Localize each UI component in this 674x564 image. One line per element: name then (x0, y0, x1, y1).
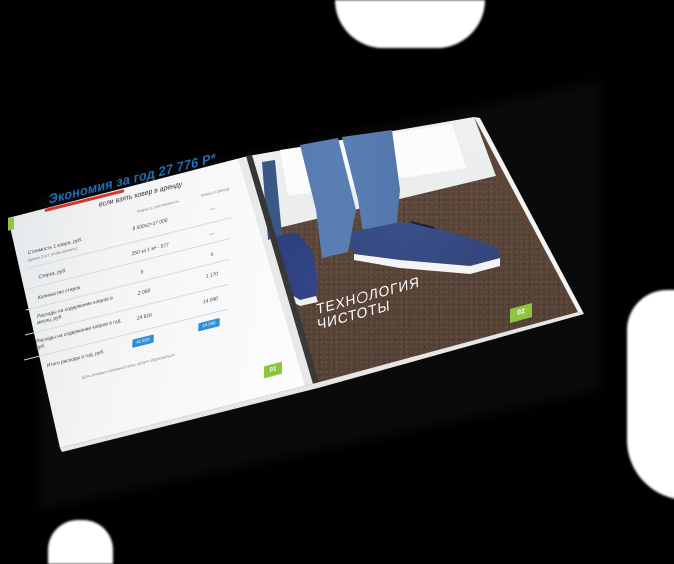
total-rent-badge: 14 040 (198, 317, 220, 332)
row-label-wash-count: Количество стирок (37, 284, 81, 302)
cell-wash-count-rent: 4 (210, 251, 214, 259)
cell-monthly-rent: 1 170 (205, 270, 219, 281)
light-spot-top (335, 0, 485, 48)
light-spot-right (627, 290, 674, 500)
total-own-badge: 41 816 (132, 334, 154, 348)
cell-wash-count-own: 6 (140, 268, 144, 276)
cell-yearly-own: 24 816 (136, 312, 153, 323)
row-divider (25, 258, 230, 311)
cell-wash-rent: — (209, 230, 215, 239)
cell-cost-rent: — (210, 205, 216, 214)
cell-cost-own: 8 500х2=17 000 (132, 217, 168, 233)
left-page-tab (8, 217, 14, 231)
column-header-rent: Ковры в аренду (200, 185, 230, 198)
cell-monthly-own: 2 068 (137, 287, 151, 298)
column-header-own: Ковры в собственность (136, 198, 180, 214)
cell-yearly-rent: 14 040 (202, 295, 219, 306)
light-spot-bottom-left (48, 520, 113, 564)
brochure-scene: ТЕХНЛОГИЯ ЧИСТОТЫ 02 Экономия за год 27 … (0, 0, 674, 564)
